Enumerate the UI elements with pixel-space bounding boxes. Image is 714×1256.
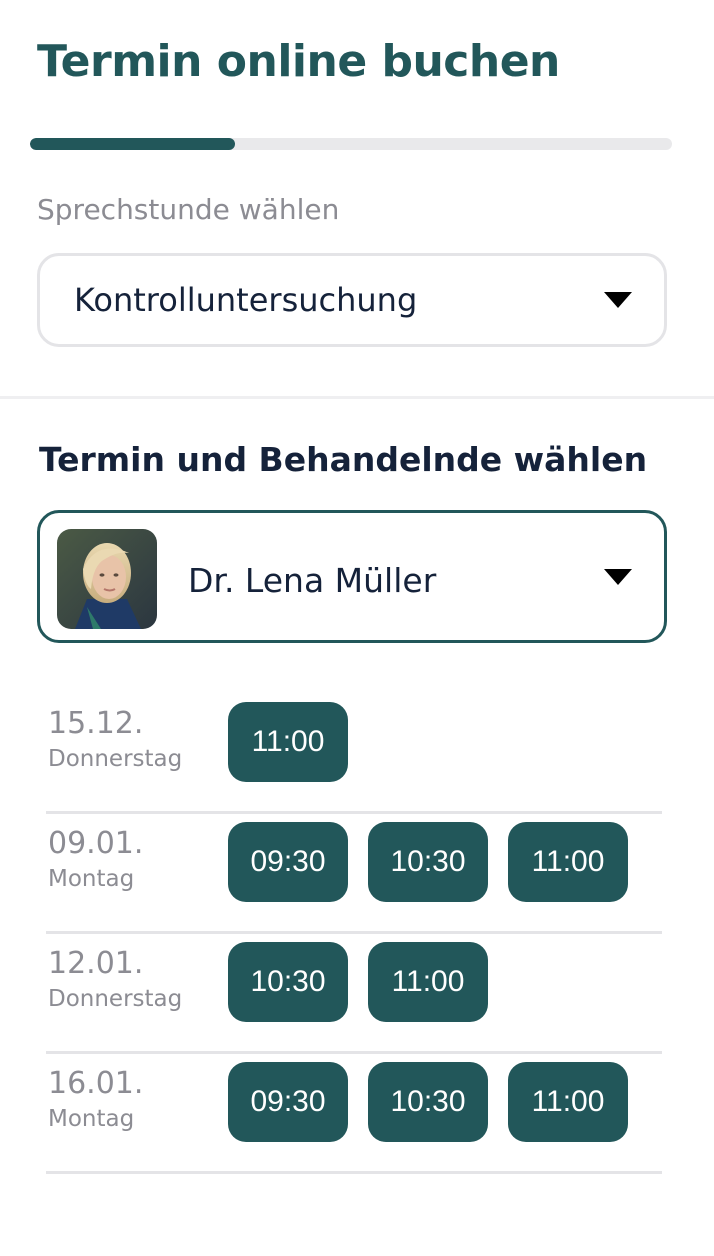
- day-weekday: Donnerstag: [48, 746, 183, 772]
- avatar: [57, 529, 157, 629]
- practitioner-select[interactable]: Dr. Lena Müller: [37, 510, 667, 643]
- time-slot-button[interactable]: 09:30: [228, 822, 348, 902]
- time-slot-button[interactable]: 11:00: [508, 1062, 628, 1142]
- day-weekday: Montag: [48, 1106, 135, 1132]
- day-row: 16.01. Montag 09:30 10:30 11:00: [46, 1054, 662, 1174]
- time-slot-button[interactable]: 11:00: [368, 942, 488, 1022]
- time-slot-group: 09:30 10:30 11:00: [228, 822, 628, 902]
- day-row: 12.01. Donnerstag 10:30 11:00: [46, 934, 662, 1054]
- section-divider: [0, 396, 714, 399]
- time-slot-button[interactable]: 11:00: [508, 822, 628, 902]
- caret-down-icon: [604, 292, 632, 308]
- day-row: 15.12. Donnerstag 11:00: [46, 694, 662, 814]
- time-slot-button[interactable]: 09:30: [228, 1062, 348, 1142]
- day-date: 15.12.: [48, 706, 144, 741]
- row-divider: [46, 1171, 662, 1174]
- time-slot-button[interactable]: 10:30: [368, 822, 488, 902]
- time-slot-group: 11:00: [228, 702, 348, 782]
- day-date: 12.01.: [48, 946, 144, 981]
- day-weekday: Montag: [48, 866, 135, 892]
- time-slot-button[interactable]: 11:00: [228, 702, 348, 782]
- time-slot-group: 10:30 11:00: [228, 942, 488, 1022]
- day-weekday: Donnerstag: [48, 986, 183, 1012]
- caret-down-icon: [604, 568, 632, 585]
- appointment-type-value: Kontrolluntersuchung: [74, 281, 418, 319]
- appointment-type-select[interactable]: Kontrolluntersuchung: [37, 253, 667, 347]
- progress-bar: [30, 138, 672, 150]
- time-slot-button[interactable]: 10:30: [368, 1062, 488, 1142]
- practitioner-section-heading: Termin und Behandelnde wählen: [39, 440, 648, 479]
- time-slot-button[interactable]: 10:30: [228, 942, 348, 1022]
- progress-bar-fill: [30, 138, 236, 150]
- day-date: 09.01.: [48, 826, 144, 861]
- practitioner-name: Dr. Lena Müller: [188, 561, 437, 600]
- time-slot-group: 09:30 10:30 11:00: [228, 1062, 628, 1142]
- page-title: Termin online buchen: [37, 36, 560, 87]
- day-row: 09.01. Montag 09:30 10:30 11:00: [46, 814, 662, 934]
- appointment-type-label: Sprechstunde wählen: [37, 193, 340, 226]
- day-date: 16.01.: [48, 1066, 144, 1101]
